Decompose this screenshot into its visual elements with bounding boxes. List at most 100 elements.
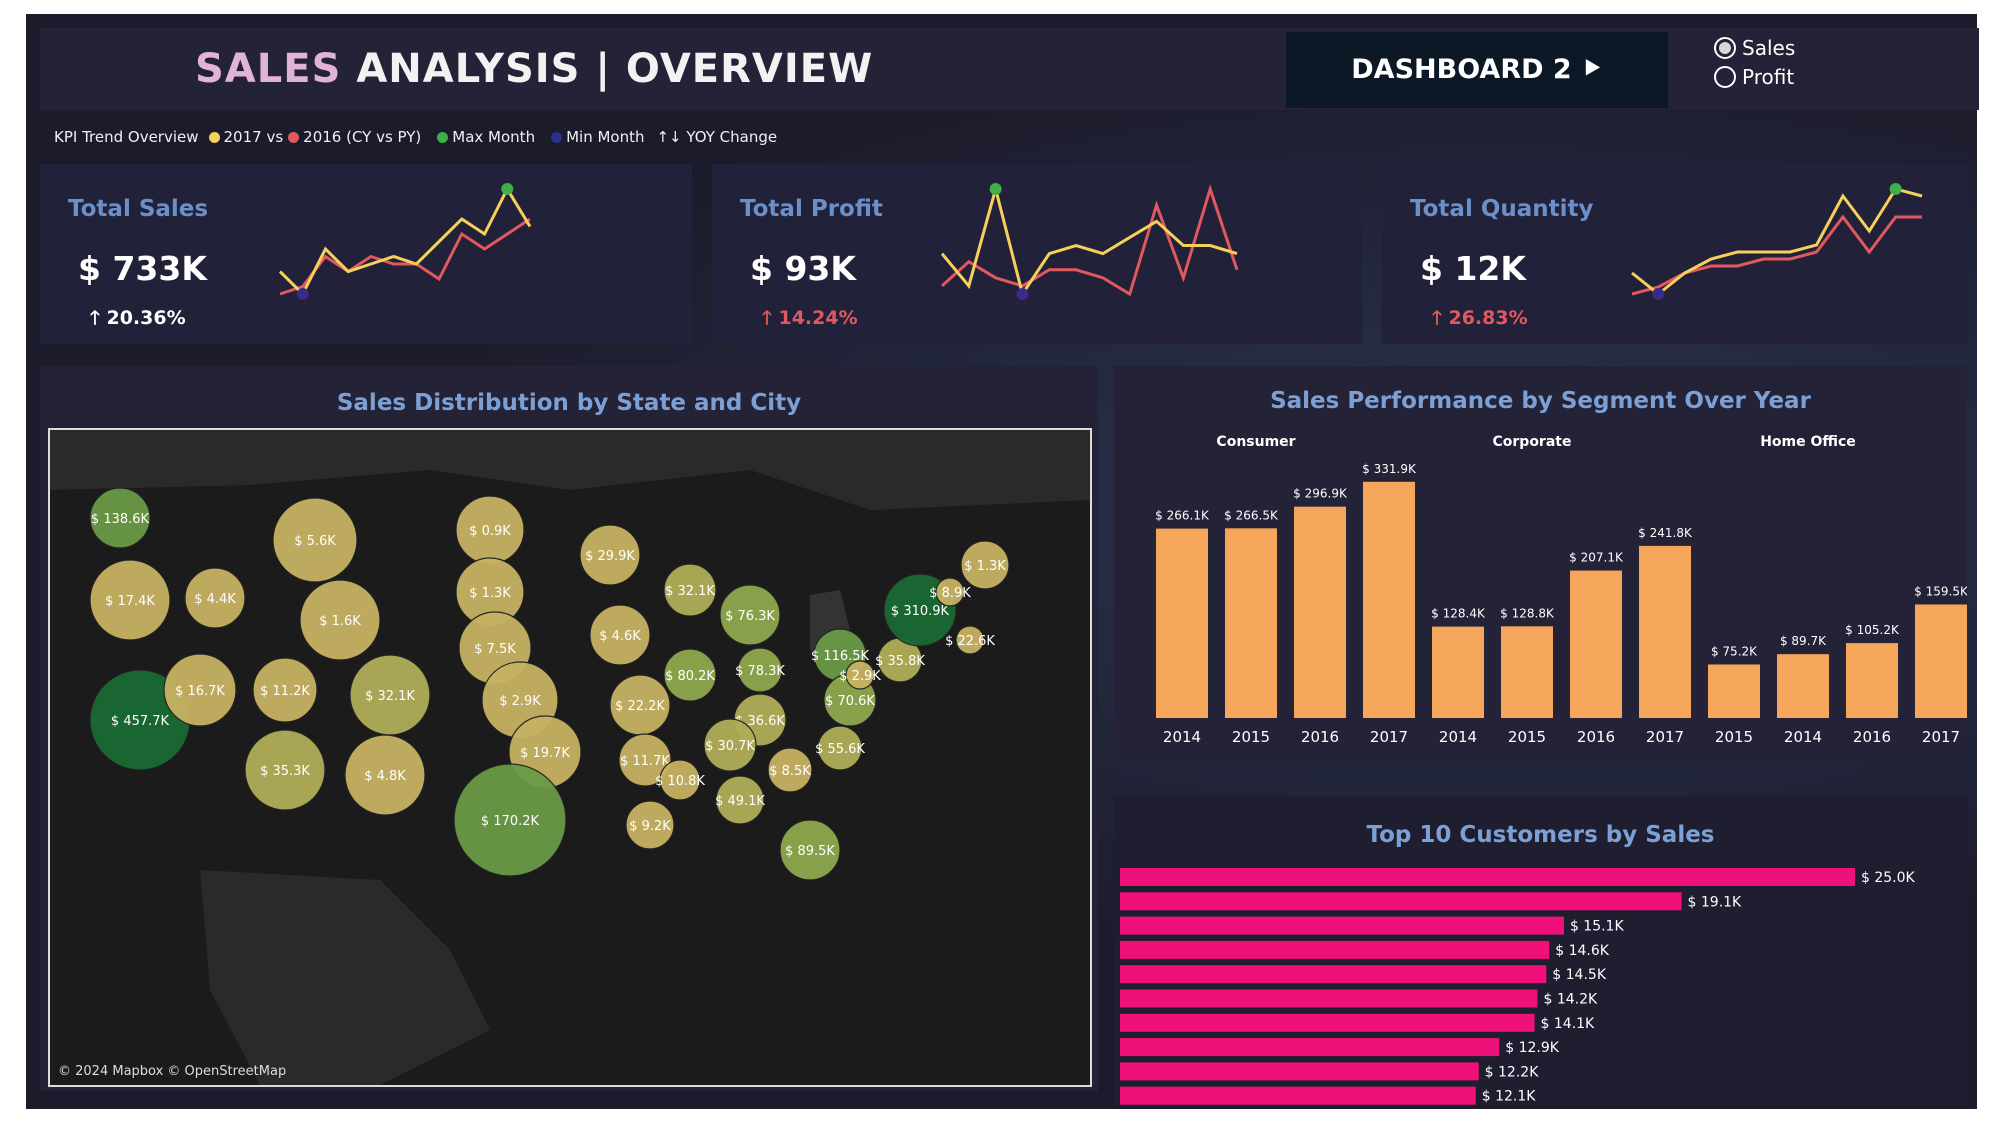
state-sales-label: $ 4.6K	[599, 629, 641, 644]
bar-value-label: $ 266.1K	[1155, 509, 1210, 523]
kpi-card-total-sales: Total Sales $ 733K 🡑 20.36%	[40, 164, 692, 344]
year-tick-label: 2014	[1784, 728, 1822, 746]
legend-dot-py	[288, 131, 300, 143]
year-tick-label: 2017	[1370, 728, 1408, 746]
customer-bar	[1120, 916, 1564, 935]
state-sales-label: $ 4.4K	[194, 592, 236, 607]
dashboard-2-button[interactable]: DASHBOARD 2 ⯈	[1286, 32, 1668, 108]
bar-value-label: $ 241.8K	[1638, 526, 1693, 540]
bar-value-label: $ 75.2K	[1711, 644, 1758, 658]
state-sales-label: $ 35.8K	[875, 654, 925, 669]
segment-bar	[1777, 654, 1829, 718]
kpi-card-total-quantity: Total Quantity $ 12K 🡑 26.83%	[1382, 164, 1967, 344]
min-month-marker	[1652, 288, 1665, 300]
customer-bar	[1120, 868, 1855, 886]
state-sales-label: $ 70.6K	[825, 694, 875, 709]
dashboard-frame: SALES ANALYSIS | OVERVIEW DASHBOARD 2 ⯈ …	[26, 14, 1979, 1109]
state-sales-label: $ 10.8K	[655, 774, 705, 789]
state-sales-label: $ 55.6K	[815, 742, 865, 757]
customer-bar	[1120, 1062, 1479, 1081]
state-sales-label: $ 9.2K	[629, 819, 671, 834]
segment-bar	[1708, 664, 1760, 718]
customer-value-label: $ 12.9K	[1505, 1040, 1560, 1056]
state-sales-label: $ 11.7K	[620, 754, 670, 769]
state-sales-label: $ 32.1K	[365, 689, 415, 704]
bar-value-label: $ 128.4K	[1431, 607, 1486, 621]
map-panel: Sales Distribution by State and City $ 1…	[40, 366, 1098, 1091]
kpi-sparkline	[1631, 183, 1923, 300]
state-sales-label: $ 7.5K	[474, 642, 516, 657]
legend-dot-max	[437, 131, 449, 143]
legend-item-max: Max Month	[452, 128, 536, 146]
radio-option-profit[interactable]: Profit	[1714, 65, 1794, 89]
year-tick-label: 2017	[1922, 728, 1960, 746]
state-sales-label: $ 8.5K	[769, 764, 811, 779]
state-sales-label: $ 35.3K	[260, 764, 310, 779]
year-tick-label: 2017	[1646, 728, 1684, 746]
segment-bar	[1294, 506, 1346, 718]
customer-value-label: $ 12.2K	[1485, 1064, 1540, 1080]
sparkline-previous-year	[940, 184, 1239, 297]
bar-value-label: $ 266.5K	[1224, 508, 1279, 522]
segment-bar	[1156, 528, 1208, 718]
radio-unselected-icon	[1714, 66, 1736, 88]
state-sales-label: $ 0.9K	[469, 524, 511, 539]
radio-label-sales: Sales	[1742, 36, 1796, 60]
min-month-marker	[296, 288, 309, 300]
legend-item-py: 2016 (CY vs PY)	[303, 128, 422, 146]
kpi-legend: KPI Trend Overview 2017 vs 2016 (CY vs P…	[54, 128, 777, 146]
year-tick-label: 2016	[1577, 728, 1615, 746]
customer-bar	[1120, 1013, 1535, 1032]
year-tick-label: 2016	[1301, 728, 1339, 746]
bar-value-label: $ 159.5K	[1914, 584, 1967, 598]
state-sales-label: $ 16.7K	[175, 684, 225, 699]
year-tick-label: 2015	[1715, 728, 1753, 746]
map-title: Sales Distribution by State and City	[336, 390, 802, 416]
top-customers-bar-chart: $ 25.0K $ 19.1K $ 15.1K $ 14.6K $ 14.5K $ 14.…	[1120, 868, 1916, 1105]
customer-value-label: $ 14.1K	[1541, 1016, 1596, 1032]
customer-bar	[1120, 940, 1550, 959]
segment-header: Corporate	[1493, 434, 1572, 450]
state-sales-label: $ 310.9K	[891, 604, 950, 619]
legend-dot-min	[551, 131, 563, 143]
sparkline-current-year	[940, 183, 1238, 298]
segment-bar	[1570, 570, 1622, 718]
customer-value-label: $ 19.1K	[1688, 894, 1743, 910]
segment-chart-panel: Sales Performance by Segment Over Year C…	[1114, 366, 1967, 766]
customer-bar	[1120, 1038, 1500, 1057]
bar-value-label: $ 89.7K	[1780, 634, 1827, 648]
us-sales-map[interactable]: $ 138.6K $ 17.4K $ 457.7K $ 4.4K $ 16.7K $ 5.…	[48, 428, 1092, 1087]
customer-value-label: $ 25.0K	[1861, 870, 1916, 886]
sparkline-previous-year	[279, 217, 531, 296]
max-month-marker	[1889, 183, 1902, 195]
segment-bar	[1225, 528, 1277, 718]
state-sales-label: $ 1.3K	[964, 559, 1006, 574]
state-sales-label: $ 76.3K	[725, 609, 775, 624]
bar-value-label: $ 331.9K	[1362, 462, 1417, 476]
legend-item-yoy: ↑↓ YOY Change	[656, 128, 778, 146]
customer-value-label: $ 12.1K	[1482, 1089, 1537, 1105]
state-sales-label: $ 2.9K	[499, 694, 541, 709]
segment-header: Home Office	[1760, 434, 1856, 450]
segment-header: Consumer	[1216, 434, 1295, 450]
state-sales-label: $ 89.5K	[785, 844, 835, 859]
year-tick-label: 2014	[1439, 728, 1477, 746]
state-sales-label: $ 22.2K	[615, 699, 665, 714]
state-sales-label: $ 11.2K	[260, 684, 310, 699]
kpi-sparkline	[278, 183, 532, 300]
state-sales-label: $ 17.4K	[105, 594, 155, 609]
state-sales-label: $ 8.9K	[929, 586, 971, 601]
sparkline-previous-year	[1631, 214, 1922, 296]
radio-option-sales[interactable]: Sales	[1714, 36, 1795, 60]
map-canvas: $ 138.6K $ 17.4K $ 457.7K $ 4.4K $ 16.7K $ 5.…	[50, 430, 1090, 1085]
bar-value-label: $ 105.2K	[1845, 623, 1900, 637]
sparkline-current-year	[278, 185, 532, 297]
segment-bar	[1363, 481, 1415, 718]
state-sales-label: $ 138.6K	[91, 512, 150, 527]
customer-value-label: $ 14.6K	[1555, 943, 1610, 959]
max-month-marker	[501, 183, 514, 195]
radio-label-profit: Profit	[1742, 65, 1795, 89]
bar-value-label: $ 128.8K	[1500, 606, 1555, 620]
customer-bar	[1120, 989, 1538, 1008]
year-tick-label: 2015	[1232, 728, 1270, 746]
